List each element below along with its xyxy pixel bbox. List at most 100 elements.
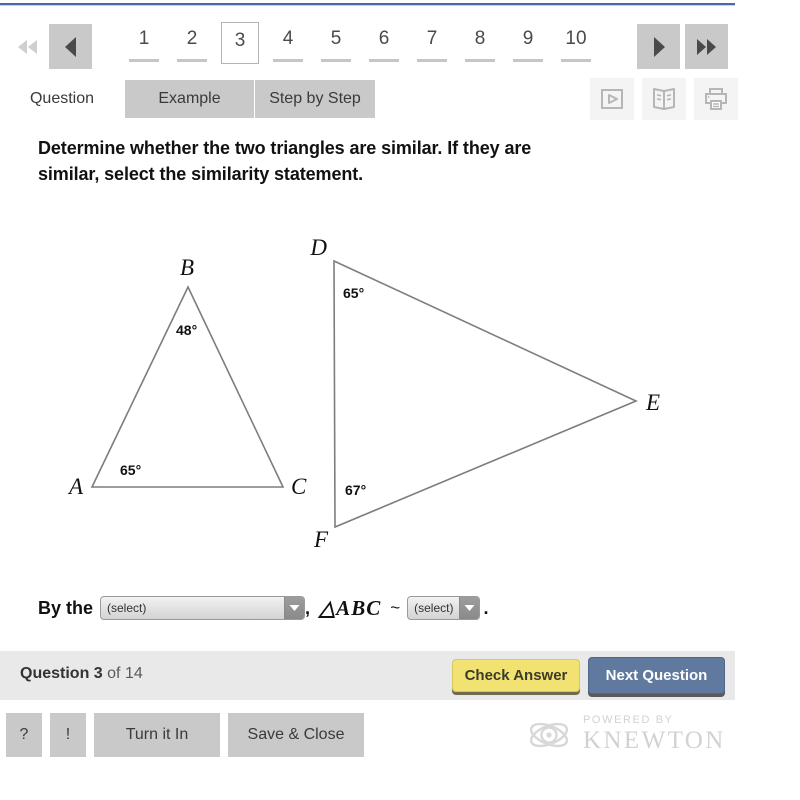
triangles-svg: A B C 48° 65° D E F 65° 67°	[67, 235, 660, 552]
question-prompt: Determine whether the two triangles are …	[38, 135, 678, 187]
page-number-4[interactable]: 4	[264, 22, 312, 68]
next-question-label: Next Question	[605, 667, 708, 684]
page-underline	[177, 59, 207, 62]
similarity-statement-select[interactable]: (select)	[407, 596, 481, 620]
question-counter-prefix: Question	[20, 665, 90, 682]
chevron-down-icon	[459, 597, 480, 619]
page-number-label: 2	[186, 28, 198, 49]
help-button[interactable]: ?	[6, 713, 42, 757]
right-arrow-icon	[653, 36, 665, 57]
page-number-label: 9	[522, 28, 534, 49]
page-underline	[321, 59, 351, 62]
tab-label: Question	[29, 90, 95, 107]
vertex-label-a: A	[67, 474, 84, 499]
triangle-def	[333, 259, 638, 529]
answer-row: By the (select) , △ABC ~ (select) .	[38, 592, 489, 624]
print-button[interactable]	[694, 78, 738, 120]
tab-label: Example	[158, 90, 221, 107]
page-number-9[interactable]: 9	[504, 22, 552, 68]
page-underline	[369, 59, 399, 62]
vertex-label-e: E	[645, 390, 660, 415]
knewton-name-label: KNEWTON	[583, 727, 726, 754]
triangles-figure: A B C 48° 65° D E F 65° 67°	[0, 225, 735, 555]
chevron-down-glyph	[289, 605, 300, 611]
page-number-label: 8	[474, 28, 486, 49]
page-number-2[interactable]: 2	[168, 22, 216, 68]
page-number-label: 10	[565, 28, 587, 49]
answer-lead-text: By the	[38, 597, 94, 618]
page-number-3-current[interactable]: 3	[221, 22, 259, 64]
footer-button-label: !	[65, 726, 71, 743]
turn-it-in-button[interactable]: Turn it In	[94, 713, 220, 757]
question-counter-total: 14	[124, 665, 143, 682]
question-counter-of: of	[107, 665, 121, 682]
next-page-button[interactable]	[637, 24, 680, 69]
chevron-down-glyph	[464, 605, 475, 611]
page-underline	[417, 59, 447, 62]
triangle-abc	[90, 285, 285, 488]
angle-label-a: 65°	[120, 462, 141, 478]
footer-button-label: ?	[19, 726, 29, 743]
answer-comma: ,	[305, 597, 311, 618]
ebook-icon	[653, 88, 675, 110]
double-left-arrow-icon	[17, 39, 37, 54]
atom-icon	[529, 722, 569, 748]
select-value: (select)	[414, 601, 454, 615]
vertex-label-f: F	[313, 527, 329, 552]
select-value: (select)	[107, 601, 147, 615]
page-number-list: 1 2 3 4 5 6 7 8 9 10	[120, 22, 600, 72]
powered-by-label: POWERED BY	[583, 714, 674, 726]
previous-page-button[interactable]	[49, 24, 92, 69]
page-number-label: 1	[138, 28, 150, 49]
angle-label-d: 65°	[343, 285, 364, 301]
page-number-label: 5	[330, 28, 342, 49]
pager-bar: 1 2 3 4 5 6 7 8 9 10	[0, 22, 735, 74]
page-underline	[513, 59, 543, 62]
vertex-label-c: C	[291, 474, 307, 499]
vertex-label-d: D	[309, 235, 327, 260]
report-problem-button[interactable]: !	[50, 713, 86, 757]
video-icon	[601, 89, 623, 109]
page-number-7[interactable]: 7	[408, 22, 456, 68]
tab-step-by-step[interactable]: Step by Step	[255, 80, 375, 118]
footer-button-label: Turn it In	[125, 726, 189, 743]
angle-label-f: 67°	[345, 482, 366, 498]
tool-icon-group	[590, 78, 738, 120]
similarity-reason-select[interactable]: (select)	[100, 596, 306, 620]
page-number-8[interactable]: 8	[456, 22, 504, 68]
page-number-10[interactable]: 10	[552, 22, 600, 68]
save-and-close-button[interactable]: Save & Close	[228, 713, 364, 757]
vertex-label-b: B	[180, 255, 194, 280]
print-icon	[705, 88, 727, 110]
double-right-arrow-icon	[696, 38, 716, 55]
question-counter: Question 3 of 14	[20, 665, 143, 683]
next-question-button[interactable]: Next Question	[588, 657, 725, 694]
check-answer-label: Check Answer	[464, 667, 568, 684]
page-number-label: 3	[234, 30, 246, 51]
angle-label-b: 48°	[176, 322, 197, 338]
page-underline	[465, 59, 495, 62]
answer-period: .	[483, 597, 489, 618]
page-number-5[interactable]: 5	[312, 22, 360, 68]
knewton-branding: POWERED BY KNEWTON	[528, 714, 726, 754]
tab-example[interactable]: Example	[125, 80, 254, 118]
question-counter-current: 3	[93, 665, 103, 682]
first-page-button[interactable]	[6, 24, 49, 69]
top-accent-rule-shadow	[0, 5, 735, 6]
page-number-label: 6	[378, 28, 390, 49]
left-arrow-icon	[64, 36, 76, 57]
page-number-6[interactable]: 6	[360, 22, 408, 68]
prompt-line-2: similar, select the similarity statement…	[38, 164, 364, 184]
page-number-label: 7	[426, 28, 438, 49]
check-answer-button[interactable]: Check Answer	[452, 659, 580, 692]
tab-question[interactable]: Question	[18, 80, 106, 118]
page-underline	[273, 59, 303, 62]
last-page-button[interactable]	[685, 24, 728, 69]
video-button[interactable]	[590, 78, 634, 120]
similar-symbol: ~	[390, 598, 401, 617]
ebook-button[interactable]	[642, 78, 686, 120]
page-number-label: 4	[282, 28, 294, 49]
question-page: 1 2 3 4 5 6 7 8 9 10 Question Example St…	[0, 0, 800, 800]
triangle-abc-symbol: △ABC	[319, 595, 382, 620]
page-number-1[interactable]: 1	[120, 22, 168, 68]
